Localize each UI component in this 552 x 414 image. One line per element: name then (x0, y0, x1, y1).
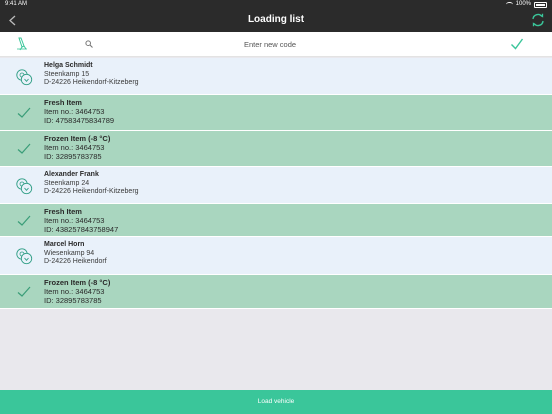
row-text: Frozen Item (-8 °C) Item no.: 3464753 ID: … (44, 278, 110, 305)
row-detail: Steenkamp 24 (44, 179, 90, 187)
item-row[interactable]: Fresh Item Item no.: 3464753 ID: 475834758… (0, 95, 552, 131)
row-title: Frozen Item (-8 °C) (44, 134, 111, 143)
row-text: Fresh Item Item no.: 3464753 ID: 438257843… (44, 207, 118, 234)
battery-icon (534, 1, 547, 8)
load-vehicle-button[interactable]: Load vehicle (0, 390, 552, 414)
status-right: 100% (505, 0, 547, 9)
row-text: Alexander Frank Steenkamp 24 D-24226 Heike… (44, 171, 139, 197)
row-text: Helga Schmidt Steenkamp 15 D-24226 Heikend… (44, 62, 139, 88)
check-icon (15, 212, 33, 230)
check-icon (15, 104, 33, 122)
row-detail: Item no.: 3464753 (44, 143, 105, 152)
row-detail: ID: 438257843758947 (44, 225, 119, 234)
loading-list: Helga Schmidt Steenkamp 15 D-24226 Heikend… (0, 58, 552, 309)
row-title: Fresh Item (44, 207, 82, 216)
row-detail: ID: 47583475834789 (44, 116, 115, 125)
row-title: Alexander Frank (44, 171, 99, 178)
customer-icon (15, 177, 33, 195)
sync-icon[interactable] (530, 12, 546, 28)
row-detail: ID: 32895783785 (44, 152, 102, 161)
customer-row[interactable]: Marcel Horn Wiesenkamp 94 D-24226 Heikendo… (0, 237, 552, 275)
check-icon (15, 140, 33, 158)
row-title: Frozen Item (-8 °C) (44, 278, 111, 287)
row-detail: Item no.: 3464753 (44, 216, 105, 225)
row-title: Helga Schmidt (44, 62, 93, 69)
row-detail: Steenkamp 15 (44, 70, 90, 78)
status-bar: 9:41 AM 100% (0, 0, 552, 9)
check-icon (15, 283, 33, 301)
checkmark-icon[interactable] (510, 37, 524, 51)
search-icon (85, 40, 93, 48)
customer-row[interactable]: Helga Schmidt Steenkamp 15 D-24226 Heikend… (0, 58, 552, 95)
row-title: Fresh Item (44, 98, 82, 107)
row-detail: ID: 32895783785 (44, 296, 102, 305)
customer-row[interactable]: Alexander Frank Steenkamp 24 D-24226 Heike… (0, 167, 552, 204)
row-detail: D-24226 Heikendorf-Kitzeberg (44, 79, 139, 86)
row-detail: D-24226 Heikendorf (44, 258, 107, 265)
customer-icon (15, 68, 33, 86)
row-title: Marcel Horn (44, 241, 85, 248)
item-row[interactable]: Frozen Item (-8 °C) Item no.: 3464753 ID: … (0, 275, 552, 309)
status-time: 9:41 AM (5, 1, 28, 7)
row-text: Fresh Item Item no.: 3464753 ID: 475834758… (44, 98, 114, 125)
row-detail: Item no.: 3464753 (44, 287, 105, 296)
row-detail: D-24226 Heikendorf-Kitzeberg (44, 188, 139, 195)
wifi-icon (505, 2, 513, 7)
item-row[interactable]: Frozen Item (-8 °C) Item no.: 3464753 ID: … (0, 131, 552, 167)
item-row[interactable]: Fresh Item Item no.: 3464753 ID: 438257843… (0, 204, 552, 237)
scanner-icon[interactable] (16, 37, 28, 51)
row-detail: Wiesenkamp 94 (44, 249, 95, 257)
row-text: Frozen Item (-8 °C) Item no.: 3464753 ID: … (44, 134, 110, 161)
battery-percent: 100% (515, 1, 531, 7)
code-input[interactable] (180, 36, 360, 53)
search-bar (0, 32, 552, 57)
nav-bar: Loading list (0, 9, 552, 32)
row-text: Marcel Horn Wiesenkamp 94 D-24226 Heikendo… (44, 241, 107, 267)
page-title: Loading list (247, 14, 305, 25)
customer-icon (15, 247, 33, 265)
row-detail: Item no.: 3464753 (44, 107, 105, 116)
